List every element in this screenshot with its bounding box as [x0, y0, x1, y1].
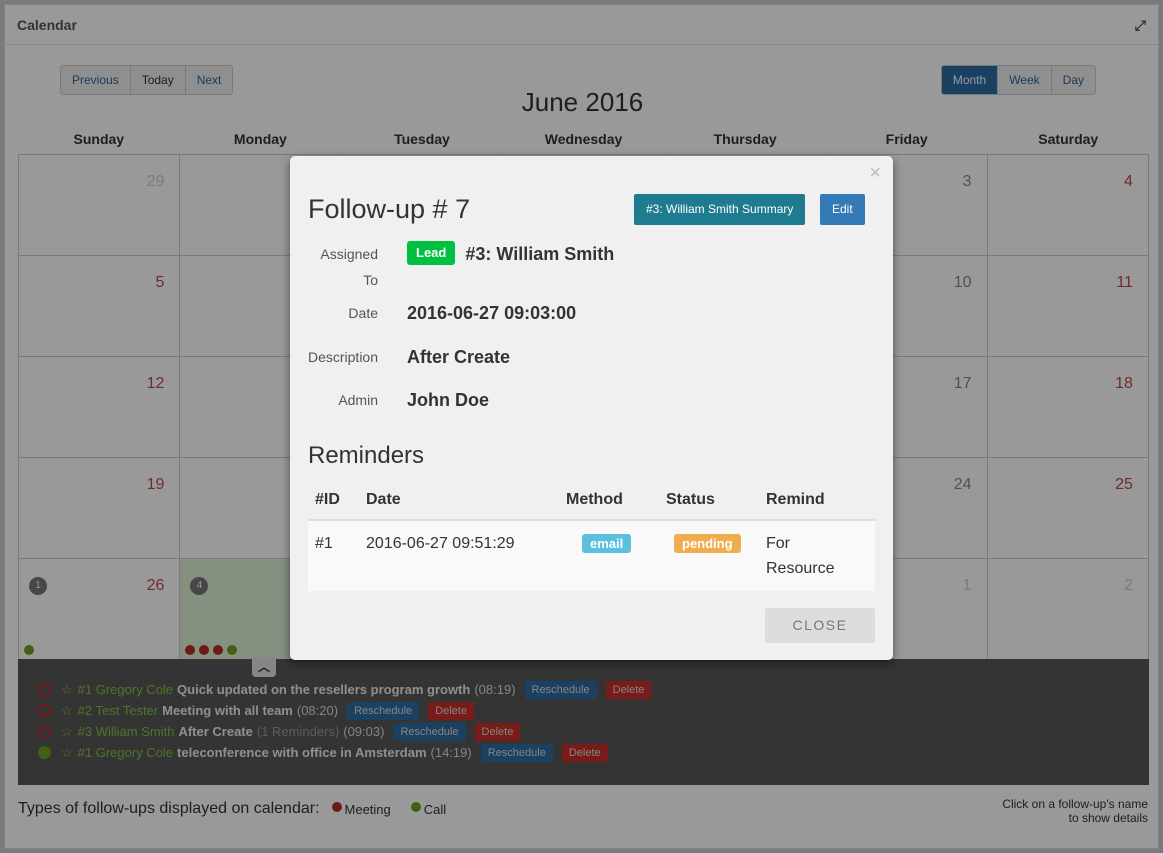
modal-title: Follow-up # 7 — [308, 194, 471, 224]
summary-button[interactable]: #3: William Smith Summary — [634, 194, 806, 225]
col-remind: Remind — [759, 480, 875, 521]
admin-row: Admin John Doe — [290, 387, 893, 413]
table-row: #1 2016-06-27 09:51:29 email pending For… — [308, 520, 875, 591]
reminders-table: #ID Date Method Status Remind #1 2016-06… — [308, 480, 875, 591]
method-label: email — [582, 534, 632, 553]
date-label: Date — [348, 305, 378, 321]
assigned-label: Assigned To — [320, 246, 378, 288]
status-label: pending — [674, 534, 741, 553]
col-date: Date — [359, 480, 559, 521]
edit-button[interactable]: Edit — [820, 194, 865, 225]
assigned-row: Assigned To Lead #3: William Smith — [290, 241, 893, 293]
date-value: 2016-06-27 09:03:00 — [407, 303, 577, 323]
col-method: Method — [559, 480, 659, 521]
col-status: Status — [659, 480, 759, 521]
date-row: Date 2016-06-27 09:03:00 — [290, 300, 893, 326]
lead-badge: Lead — [407, 241, 456, 265]
col-id: #ID — [308, 480, 359, 521]
close-button[interactable]: CLOSE — [765, 608, 875, 643]
admin-value: John Doe — [407, 390, 490, 410]
admin-label: Admin — [338, 392, 378, 408]
close-icon[interactable]: × — [869, 162, 881, 185]
description-value: After Create — [407, 347, 511, 367]
description-row: Description After Create — [290, 344, 893, 370]
reminders-title: Reminders — [308, 442, 425, 469]
assigned-value: #3: William Smith — [465, 244, 615, 264]
description-label: Description — [307, 349, 378, 365]
follow-up-modal: × Follow-up # 7 #3: William Smith Summar… — [290, 156, 893, 660]
reminder-remind: For Resource — [759, 520, 875, 591]
reminder-date: 2016-06-27 09:51:29 — [359, 520, 559, 591]
reminder-id: #1 — [308, 520, 359, 591]
